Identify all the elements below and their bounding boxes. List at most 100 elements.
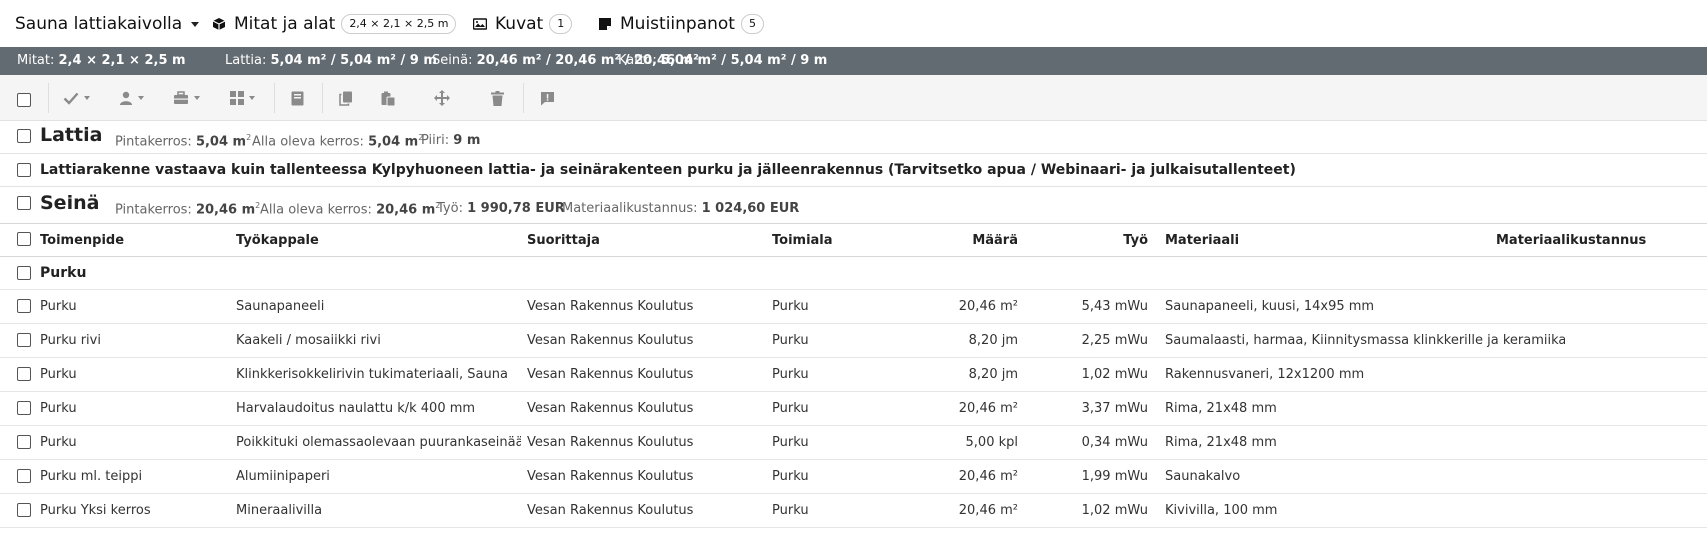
cell-suorittaja: Vesan Rakennus Koulutus xyxy=(527,299,694,314)
dimensions-label: Mitat ja alat xyxy=(234,13,336,34)
table-row[interactable]: Purku ml. teippi Alumiinipaperi Vesan Rake… xyxy=(0,460,1707,494)
stat-lattia: Lattia: 5,04 m² / 5,04 m² / 9 m xyxy=(225,53,437,68)
group-row: Purku xyxy=(0,257,1707,290)
copy-button[interactable] xyxy=(339,87,353,109)
cell-suorittaja: Vesan Rakennus Koulutus xyxy=(527,333,694,348)
comment-alert-button[interactable] xyxy=(540,87,555,109)
cell-tyokappale: Harvalaudoitus naulattu k/k 400 mm xyxy=(236,401,476,416)
cell-tyokappale: Saunapaneeli xyxy=(236,299,325,314)
book-icon xyxy=(291,91,304,105)
approve-dropdown-button[interactable] xyxy=(63,87,90,109)
book-button[interactable] xyxy=(291,87,304,109)
cell-toimenpide: Purku xyxy=(40,299,77,314)
cell-materiaali: Kivivilla, 100 mm xyxy=(1165,503,1278,518)
cell-toimiala: Purku xyxy=(772,401,809,416)
row-checkbox[interactable] xyxy=(17,299,31,313)
cell-maara: 20,46 m² xyxy=(958,299,1018,314)
select-all-checkbox[interactable] xyxy=(17,89,31,111)
stat-katto: Katto: 5,04 m² / 5,04 m² / 9 m xyxy=(618,53,828,68)
dimensions-tab[interactable]: Mitat ja alat 2,4 × 2,1 × 2,5 m xyxy=(212,0,457,47)
notes-count-badge: 5 xyxy=(740,13,764,34)
cell-toimenpide: Purku Yksi kerros xyxy=(40,503,151,518)
cube-icon xyxy=(212,17,226,30)
dimensions-summary-bar: Mitat: 2,4 × 2,1 × 2,5 m Lattia: 5,04 m²… xyxy=(0,47,1707,75)
table-row[interactable]: Purku Poikkituki olemassaolevaan puuranka… xyxy=(0,426,1707,460)
stat-katto-value: 5,04 m² / 5,04 m² / 9 m xyxy=(660,53,828,68)
caret-down-icon xyxy=(84,96,90,100)
cell-tyokappale: Klinkkerisokkelirivin tukimateriaali, Sa… xyxy=(236,367,508,382)
cell-tyo: 1,99 mWu xyxy=(1081,469,1148,484)
checkbox[interactable] xyxy=(17,93,31,107)
cell-suorittaja: Vesan Rakennus Koulutus xyxy=(527,435,694,450)
stat-mitat-value: 2,4 × 2,1 × 2,5 m xyxy=(58,53,186,68)
lattia-surface: Pintakerros: 5,04 m2 xyxy=(115,133,252,150)
assign-person-dropdown-button[interactable] xyxy=(119,87,144,109)
check-icon xyxy=(63,92,79,105)
lattia-under-layer: Alla oleva kerros: 5,04 m2 xyxy=(252,133,424,150)
cell-maara: 20,46 m² xyxy=(958,401,1018,416)
seina-under-layer: Alla oleva kerros: 20,46 m2 xyxy=(260,201,441,218)
group-checkbox[interactable] xyxy=(17,266,31,280)
table-row[interactable]: Purku Harvalaudoitus naulattu k/k 400 mm V… xyxy=(0,392,1707,426)
section-seina: Seinä Pintakerros: 20,46 m2 Alla oleva k… xyxy=(0,187,1707,224)
toolbar-divider xyxy=(48,83,49,113)
table-row[interactable]: Purku Klinkkerisokkelirivin tukimateriaal… xyxy=(0,358,1707,392)
cell-tyo: 1,02 mWu xyxy=(1081,367,1148,382)
image-icon xyxy=(473,17,487,30)
col-header-toimenpide[interactable]: Toimenpide xyxy=(40,224,124,257)
row-checkbox[interactable] xyxy=(17,435,31,449)
col-header-suorittaja[interactable]: Suorittaja xyxy=(527,224,600,257)
table-row[interactable]: Purku Yksi kerros Mineraalivilla Vesan Rak… xyxy=(0,494,1707,528)
header-checkbox[interactable] xyxy=(17,232,31,246)
section-note-row: Lattiarakenne vastaava kuin tallenteessa… xyxy=(0,154,1707,187)
group-label: Purku xyxy=(40,265,87,281)
estimate-title-dropdown[interactable]: Sauna lattiakaivolla xyxy=(15,0,200,47)
toolbar-divider xyxy=(523,83,524,113)
section-title: Lattia xyxy=(40,124,103,146)
table-row[interactable]: Purku Saunapaneeli Vesan Rakennus Koulutus… xyxy=(0,290,1707,324)
col-header-toimiala[interactable]: Toimiala xyxy=(772,224,833,257)
cell-toimenpide: Purku xyxy=(40,401,77,416)
move-icon xyxy=(434,90,450,106)
user-icon xyxy=(120,91,132,105)
table-header: Toimenpide Työkappale Suorittaja Toimial… xyxy=(0,224,1707,257)
cell-tyo: 3,37 mWu xyxy=(1081,401,1148,416)
estimate-title: Sauna lattiakaivolla xyxy=(15,13,183,34)
toolbar-divider xyxy=(322,83,323,113)
paste-icon xyxy=(381,91,396,106)
move-button[interactable] xyxy=(434,87,450,109)
caret-down-icon xyxy=(191,22,200,27)
cell-tyo: 1,02 mWu xyxy=(1081,503,1148,518)
cell-suorittaja: Vesan Rakennus Koulutus xyxy=(527,503,694,518)
notes-tab[interactable]: Muistiinpanot 5 xyxy=(598,0,764,47)
section-lattia: Lattia Pintakerros: 5,04 m2 Alla oleva k… xyxy=(0,121,1707,154)
row-checkbox[interactable] xyxy=(17,367,31,381)
paste-button[interactable] xyxy=(381,87,396,109)
row-checkbox[interactable] xyxy=(17,503,31,517)
cell-tyokappale: Mineraalivilla xyxy=(236,503,323,518)
col-header-maara[interactable]: Määrä xyxy=(900,224,1018,257)
delete-button[interactable] xyxy=(491,87,504,109)
col-header-tyokappale[interactable]: Työkappale xyxy=(236,224,319,257)
row-checkbox[interactable] xyxy=(17,163,31,177)
layout-dropdown-button[interactable] xyxy=(230,87,255,109)
cell-maara: 20,46 m² xyxy=(958,469,1018,484)
row-checkbox[interactable] xyxy=(17,401,31,415)
col-header-materiaali[interactable]: Materiaali xyxy=(1165,224,1239,257)
section-checkbox[interactable] xyxy=(17,129,31,143)
col-header-tyo[interactable]: Työ xyxy=(1050,224,1148,257)
cell-toimiala: Purku xyxy=(772,469,809,484)
stat-mitat: Mitat: 2,4 × 2,1 × 2,5 m xyxy=(17,53,186,68)
trade-dropdown-button[interactable] xyxy=(173,87,200,109)
copy-icon xyxy=(339,91,352,106)
col-header-materiaalikustannus[interactable]: Materiaalikustannus xyxy=(1496,224,1646,257)
images-tab[interactable]: Kuvat 1 xyxy=(473,0,573,47)
cell-materiaali: Saunapaneeli, kuusi, 14x95 mm xyxy=(1165,299,1375,314)
section-checkbox[interactable] xyxy=(17,196,31,210)
cell-suorittaja: Vesan Rakennus Koulutus xyxy=(527,367,694,382)
cell-tyo: 2,25 mWu xyxy=(1081,333,1148,348)
row-checkbox[interactable] xyxy=(17,333,31,347)
table-row[interactable]: Purku rivi Kaakeli / mosaiikki rivi Vesan … xyxy=(0,324,1707,358)
row-checkbox[interactable] xyxy=(17,469,31,483)
caret-down-icon xyxy=(249,96,255,100)
